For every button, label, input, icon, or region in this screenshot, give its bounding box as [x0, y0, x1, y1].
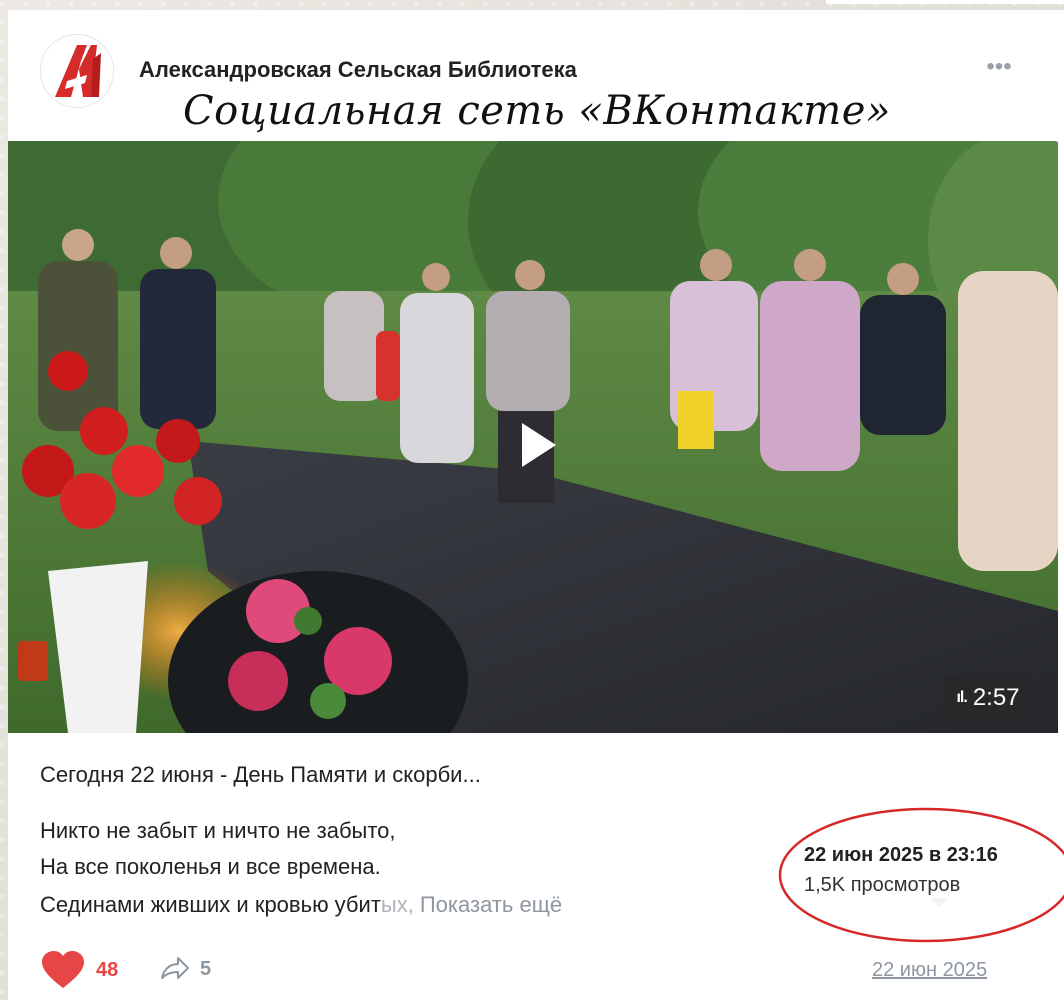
post-date-link[interactable]: 22 июн 2025: [872, 959, 987, 982]
tooltip-views: 1,5K просмотров: [804, 874, 961, 896]
post-line-3-faded: ых,: [380, 892, 414, 917]
post-card: Александровская Сельская Библиотека Соци…: [8, 10, 1064, 1000]
group-name[interactable]: Александровская Сельская Библиотека: [139, 57, 577, 83]
like-count: 48: [96, 958, 119, 981]
overlay-subtitle: Социальная сеть «ВКонтакте»: [183, 88, 891, 134]
share-button[interactable]: 5: [158, 956, 211, 982]
group-avatar[interactable]: [40, 34, 114, 108]
post-line-3: Сединами живших и кровью убитых, Показать…: [40, 892, 562, 918]
post-line-3-text: Сединами живших и кровью убит: [40, 892, 381, 917]
heart-icon: [42, 951, 84, 988]
video-player[interactable]: [8, 141, 1058, 733]
video-thumbnail: [8, 141, 1058, 733]
share-icon: [161, 957, 189, 979]
post-line-1: Никто не забыт и ничто не забыто,: [40, 818, 396, 843]
post-tooltip: 22 июн 2025 в 23:16 1,5K просмотров: [796, 832, 1064, 902]
video-duration: 2:57: [972, 684, 1020, 711]
post-line-2: На все поколенья и все времена.: [40, 854, 381, 879]
signal-bars-icon: ıl.: [956, 689, 967, 706]
video-duration-badge: ıl. 2:57: [942, 675, 1034, 721]
top-strip: [826, 0, 1064, 4]
library-logo: [41, 35, 113, 107]
like-button[interactable]: 48: [40, 950, 118, 990]
share-count: 5: [200, 957, 212, 980]
tooltip-arrow: [930, 898, 948, 907]
more-options-icon[interactable]: •••: [980, 55, 1018, 82]
post-headline: Сегодня 22 июня - День Памяти и скорби..…: [40, 762, 481, 787]
tooltip-date: 22 июн 2025 в 23:16: [804, 844, 998, 866]
show-more-link[interactable]: Показать ещё: [420, 892, 562, 917]
